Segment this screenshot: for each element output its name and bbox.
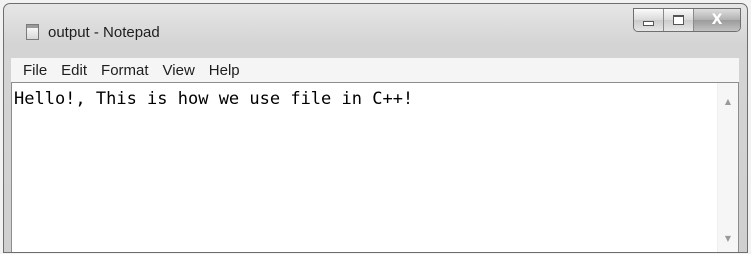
close-button[interactable]: X <box>694 9 740 31</box>
minimize-button[interactable] <box>634 9 664 31</box>
menu-view[interactable]: View <box>156 62 202 79</box>
vertical-scrollbar[interactable]: ▲ ▼ <box>717 83 738 252</box>
menu-help[interactable]: Help <box>202 62 247 79</box>
window-controls: X <box>633 8 741 32</box>
menu-file[interactable]: File <box>11 62 54 79</box>
text-editor[interactable]: Hello!, This is how we use file in C++! … <box>11 82 739 252</box>
menu-format[interactable]: Format <box>94 62 156 79</box>
scroll-down-icon[interactable]: ▼ <box>718 230 738 246</box>
editor-content[interactable]: Hello!, This is how we use file in C++! <box>14 89 716 109</box>
menu-edit[interactable]: Edit <box>54 62 94 79</box>
menu-bar: File Edit Format View Help <box>11 58 739 83</box>
title-bar[interactable]: output - Notepad X <box>4 4 747 58</box>
window-title: output - Notepad <box>48 24 160 41</box>
minimize-icon <box>643 20 654 26</box>
notepad-window: output - Notepad X File Edit Format View… <box>3 3 748 253</box>
scroll-up-icon[interactable]: ▲ <box>718 93 738 109</box>
notepad-icon <box>26 24 39 40</box>
maximize-button[interactable] <box>664 9 694 31</box>
close-icon: X <box>711 12 723 28</box>
maximize-icon <box>673 15 684 25</box>
